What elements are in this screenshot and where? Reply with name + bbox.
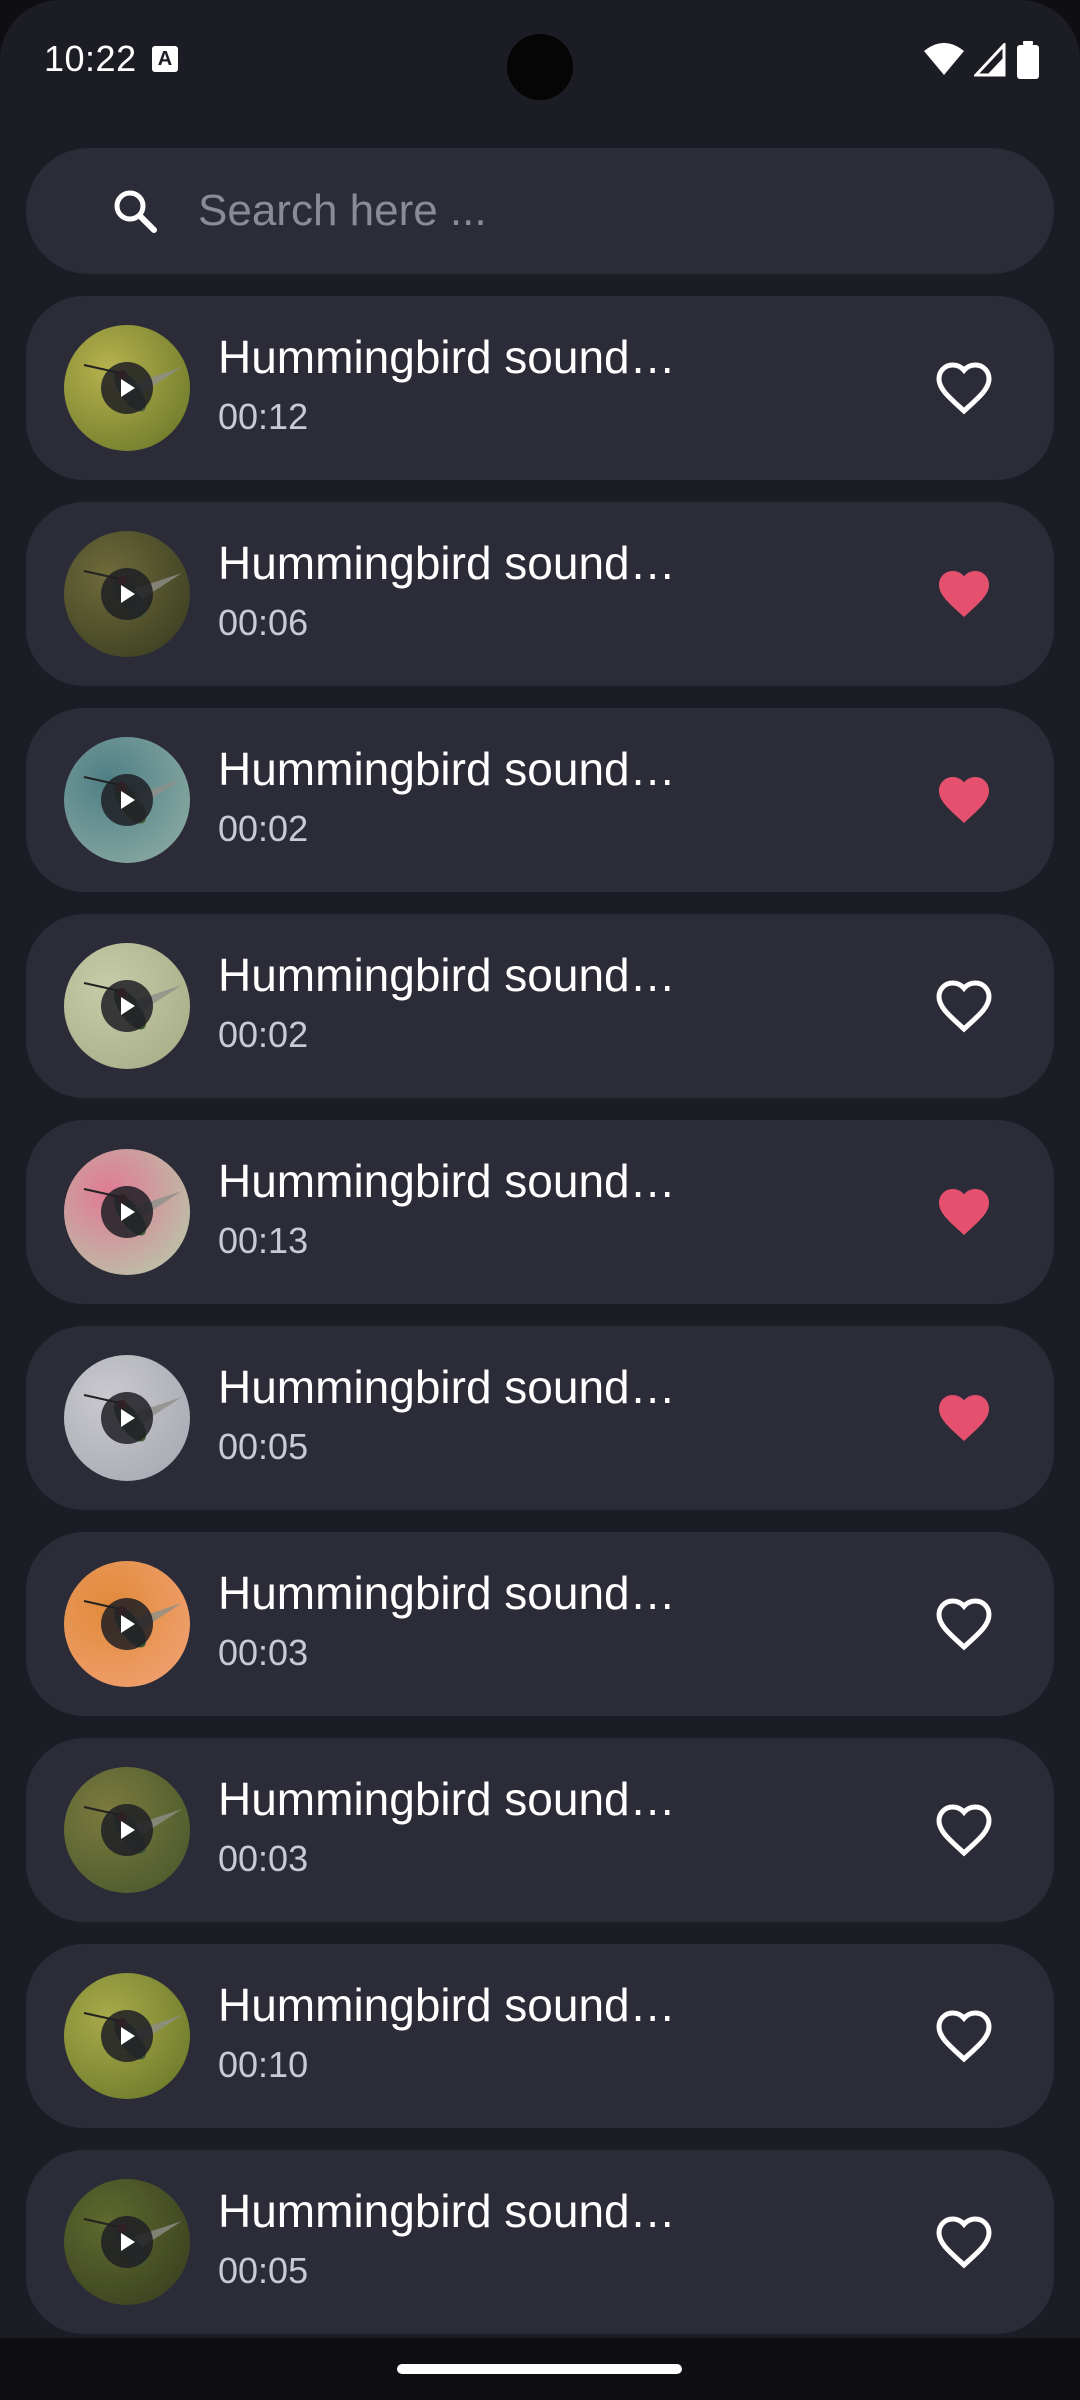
heart-icon — [936, 2216, 992, 2269]
favorite-button-active[interactable] — [934, 770, 994, 830]
sound-title: Hummingbird sound… — [218, 1773, 676, 1825]
heart-icon — [939, 1395, 989, 1441]
battery-icon — [1017, 41, 1039, 79]
heart-icon — [936, 980, 992, 1033]
sound-title: Hummingbird sound… — [218, 743, 676, 795]
sound-card-1[interactable]: Hummingbird sound… 00:12 — [26, 296, 1054, 480]
play-icon — [121, 585, 135, 603]
signal-icon — [974, 43, 1006, 77]
play-button[interactable] — [101, 980, 153, 1032]
play-icon — [121, 2233, 135, 2251]
sound-title: Hummingbird sound… — [218, 1155, 676, 1207]
search-input[interactable] — [198, 148, 1018, 274]
play-icon — [121, 2027, 135, 2045]
sound-title: Hummingbird sound… — [218, 1361, 676, 1413]
sound-title: Hummingbird sound… — [218, 1979, 676, 2031]
heart-icon — [936, 1804, 992, 1857]
sound-duration: 00:02 — [218, 1014, 309, 1055]
sound-thumbnail — [64, 1149, 190, 1275]
sound-duration: 00:05 — [218, 1426, 309, 1467]
play-button[interactable] — [101, 774, 153, 826]
heart-icon — [939, 777, 989, 823]
favorite-button-active[interactable] — [934, 1182, 994, 1242]
sound-card-4[interactable]: Hummingbird sound… 00:02 — [26, 914, 1054, 1098]
sound-thumbnail — [64, 531, 190, 657]
status-icons — [924, 40, 1040, 80]
play-icon — [121, 1615, 135, 1633]
sound-duration: 00:12 — [218, 396, 309, 437]
play-button[interactable] — [101, 2216, 153, 2268]
favorite-button[interactable] — [934, 2212, 994, 2272]
play-icon — [121, 1409, 135, 1427]
sound-card-6[interactable]: Hummingbird sound… 00:05 — [26, 1326, 1054, 1510]
heart-icon — [936, 2010, 992, 2063]
sound-thumbnail — [64, 2179, 190, 2305]
play-icon — [121, 791, 135, 809]
play-button[interactable] — [101, 2010, 153, 2062]
sound-card-9[interactable]: Hummingbird sound… 00:10 — [26, 1944, 1054, 2128]
search-icon — [114, 190, 157, 233]
sound-title: Hummingbird sound… — [218, 2185, 676, 2237]
sound-duration: 00:13 — [218, 1220, 309, 1261]
play-button[interactable] — [101, 1598, 153, 1650]
sound-title: Hummingbird sound… — [218, 537, 676, 589]
sound-thumbnail — [64, 1561, 190, 1687]
favorite-button[interactable] — [934, 2006, 994, 2066]
favorite-button-active[interactable] — [934, 564, 994, 624]
heart-icon — [939, 1189, 989, 1235]
play-icon — [121, 1203, 135, 1221]
status-time: 10:22 — [44, 38, 137, 79]
play-icon — [121, 997, 135, 1015]
sound-thumbnail — [64, 737, 190, 863]
sound-thumbnail — [64, 1973, 190, 2099]
favorite-button[interactable] — [934, 976, 994, 1036]
play-button[interactable] — [101, 1392, 153, 1444]
sound-thumbnail — [64, 943, 190, 1069]
sound-thumbnail — [64, 1355, 190, 1481]
play-icon — [121, 1821, 135, 1839]
sound-card-3[interactable]: Hummingbird sound… 00:02 — [26, 708, 1054, 892]
heart-icon — [936, 1598, 992, 1651]
home-indicator[interactable] — [397, 2364, 682, 2374]
sound-card-7[interactable]: Hummingbird sound… 00:03 — [26, 1532, 1054, 1716]
sound-title: Hummingbird sound… — [218, 331, 676, 383]
play-button[interactable] — [101, 362, 153, 414]
favorite-button-active[interactable] — [934, 1388, 994, 1448]
camera-cutout — [507, 34, 573, 100]
search-bar[interactable] — [26, 148, 1054, 274]
play-button[interactable] — [101, 568, 153, 620]
status-bar: 10:22 A — [0, 0, 1080, 120]
heart-icon — [936, 362, 992, 415]
sound-duration: 00:10 — [218, 2044, 309, 2085]
sound-thumbnail — [64, 1767, 190, 1893]
sound-duration: 00:02 — [218, 808, 309, 849]
sound-card-2[interactable]: Hummingbird sound… 00:06 — [26, 502, 1054, 686]
sound-duration: 00:03 — [218, 1838, 309, 1879]
heart-icon — [939, 571, 989, 617]
sound-duration: 00:05 — [218, 2250, 309, 2291]
sound-duration: 00:03 — [218, 1632, 309, 1673]
sound-thumbnail — [64, 325, 190, 451]
favorite-button[interactable] — [934, 1800, 994, 1860]
wifi-icon — [924, 43, 964, 75]
sound-card-10[interactable]: Hummingbird sound… 00:05 — [26, 2150, 1054, 2334]
sound-list: Hummingbird sound… 00:12 Hummingbird sou… — [26, 296, 1054, 2338]
favorite-button[interactable] — [934, 358, 994, 418]
sound-card-5[interactable]: Hummingbird sound… 00:13 — [26, 1120, 1054, 1304]
play-icon — [121, 379, 135, 397]
a-icon: A — [152, 46, 178, 72]
sound-title: Hummingbird sound… — [218, 1567, 676, 1619]
play-button[interactable] — [101, 1186, 153, 1238]
screen: 10:22 A Search here ... Hummingbird soun… — [0, 0, 1080, 2338]
sound-duration: 00:06 — [218, 602, 309, 643]
sound-title: Hummingbird sound… — [218, 949, 676, 1001]
favorite-button[interactable] — [934, 1594, 994, 1654]
sound-card-8[interactable]: Hummingbird sound… 00:03 — [26, 1738, 1054, 1922]
play-button[interactable] — [101, 1804, 153, 1856]
